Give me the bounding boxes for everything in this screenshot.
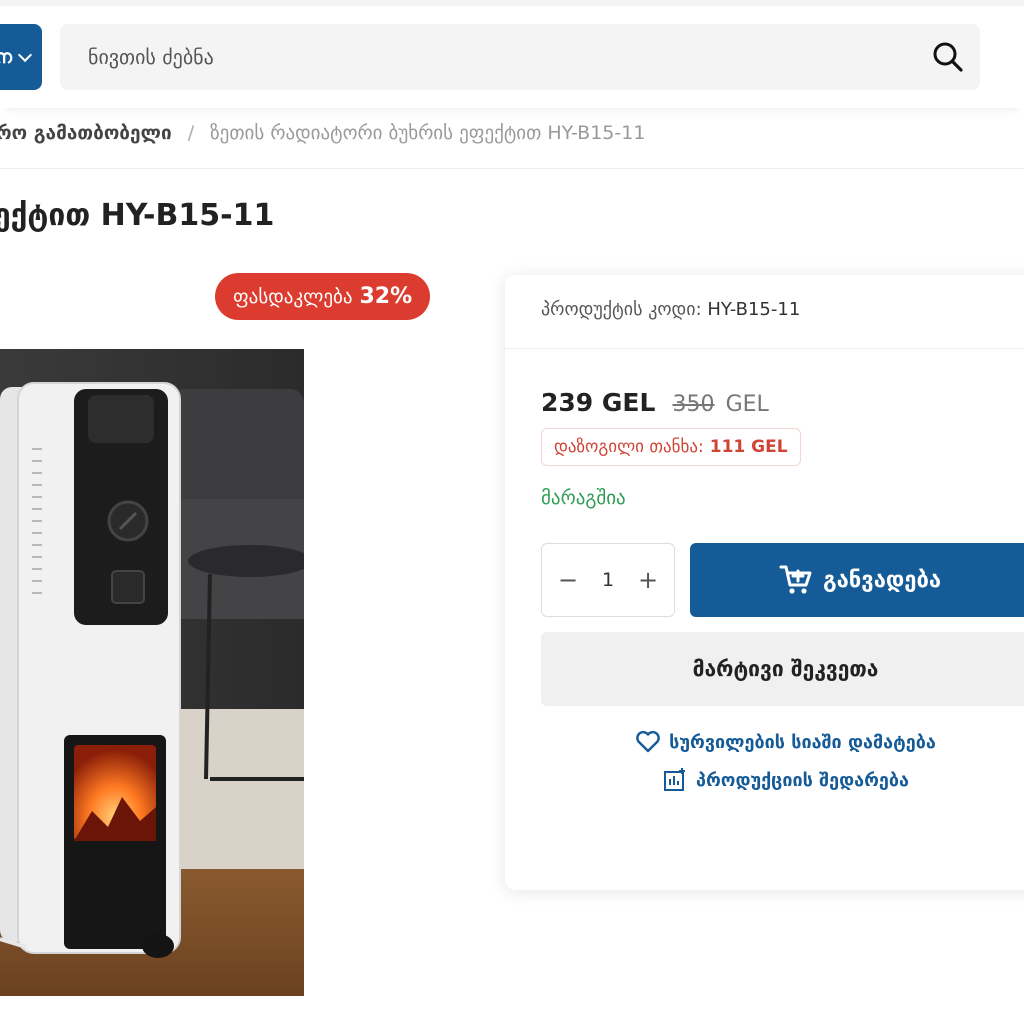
price-old-currency: GEL	[725, 392, 769, 417]
plus-icon[interactable]: +	[636, 566, 660, 594]
breadcrumb: რო გამათბობელი / ზეთის რადიატორი ბუხრის …	[0, 122, 645, 144]
quick-order-button[interactable]: მარტივი შეკვეთა	[541, 632, 1024, 706]
product-image[interactable]	[0, 349, 304, 996]
breadcrumb-separator: /	[187, 122, 195, 144]
savings-badge: დაზოგილი თანხა: 111 GEL	[541, 428, 801, 466]
wishlist-label: სურვილების სიაში დამატება	[669, 731, 936, 753]
categories-button-label: ന	[0, 46, 12, 68]
product-code-value: HY-B15-11	[707, 299, 801, 320]
search-input[interactable]	[60, 24, 900, 90]
compare-product-link[interactable]: პროდუქციის შედარება	[541, 767, 1024, 793]
quantity-value[interactable]: 1	[602, 569, 614, 591]
discount-badge: ფასდაკლება 32%	[215, 273, 431, 320]
panel-divider	[505, 348, 1024, 349]
compare-label: პროდუქციის შედარება	[696, 769, 909, 791]
search-bar	[60, 24, 980, 90]
page-title: ექტით HY-B15-11	[0, 198, 275, 233]
breadcrumb-parent-link[interactable]: რო გამათბობელი	[0, 122, 172, 144]
stock-status: მარაგშია	[541, 487, 626, 509]
discount-value: 32%	[359, 284, 413, 309]
add-to-wishlist-link[interactable]: სურვილების სიაში დამატება	[541, 730, 1024, 754]
savings-label: დაზოგილი თანხა:	[554, 437, 704, 457]
site-header: ന	[0, 6, 1024, 108]
header-divider	[0, 168, 1024, 169]
purchase-panel: პროდუქტის კოდი: HY-B15-11 239 GEL 350 GE…	[505, 275, 1024, 890]
heater-photo	[0, 349, 304, 996]
compare-icon	[664, 768, 685, 791]
product-code-row: პროდუქტის კოდი: HY-B15-11	[541, 299, 800, 320]
chevron-down-icon	[17, 47, 33, 63]
price-old: 350	[672, 392, 715, 417]
quick-order-label: მარტივი შეკვეთა	[692, 657, 879, 681]
quantity-stepper: − 1 +	[541, 543, 675, 617]
cart-icon	[779, 565, 812, 594]
add-to-cart-button[interactable]: განვადება	[690, 543, 1024, 617]
search-icon[interactable]	[930, 39, 966, 75]
heart-icon	[636, 730, 660, 753]
discount-label: ფასდაკლება	[233, 285, 353, 308]
price-row: 239 GEL 350 GEL	[541, 388, 769, 417]
minus-icon[interactable]: −	[556, 566, 580, 594]
breadcrumb-current: ზეთის რადიატორი ბუხრის ეფექტით HY-B15-11	[210, 122, 646, 144]
price-current: 239 GEL	[541, 388, 656, 417]
add-to-cart-label: განვადება	[822, 567, 942, 593]
savings-value: 111 GEL	[709, 437, 788, 457]
categories-button[interactable]: ന	[0, 24, 42, 90]
product-code-label: პროდუქტის კოდი:	[541, 299, 702, 320]
